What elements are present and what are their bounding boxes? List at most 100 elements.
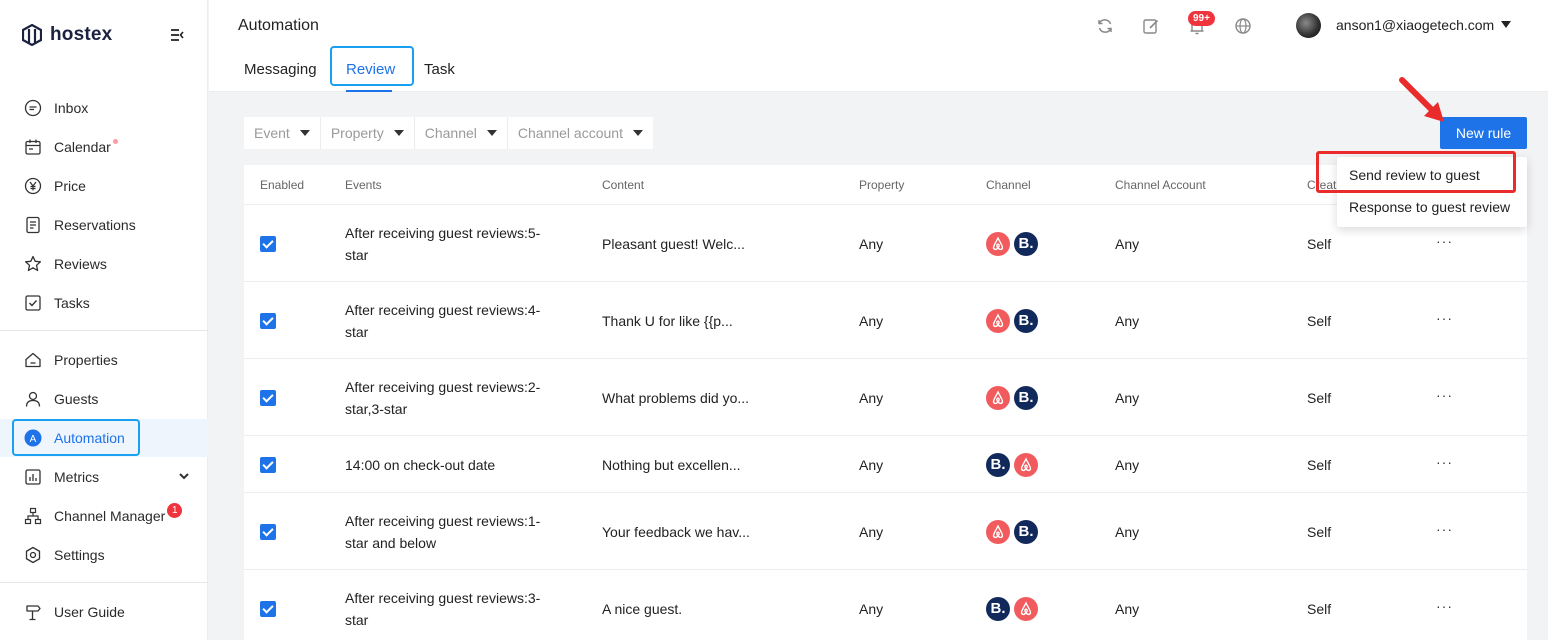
creator-cell: Self — [1307, 312, 1332, 329]
tab-task[interactable]: Task — [424, 61, 455, 78]
channel-cell: B. — [986, 231, 1038, 256]
sidebar-item-properties[interactable]: Properties — [0, 341, 208, 379]
airbnb-icon — [986, 385, 1010, 410]
sidebar-item-inbox[interactable]: Inbox — [0, 89, 208, 127]
sidebar-item-label: Price — [54, 178, 86, 194]
sidebar-item-settings[interactable]: Settings — [0, 536, 208, 574]
notification-badge: 99+ — [1188, 11, 1215, 26]
sidebar-item-reservations[interactable]: Reservations — [0, 206, 208, 244]
table-row[interactable]: After receiving guest reviews:4- star Than… — [244, 282, 1527, 359]
header-channel-account: Channel Account — [1115, 178, 1206, 192]
enabled-checkbox[interactable] — [260, 600, 276, 617]
sidebar-item-tasks[interactable]: Tasks — [0, 284, 208, 322]
header-enabled: Enabled — [260, 178, 305, 192]
checklist-icon — [25, 295, 41, 311]
property-filter[interactable]: Property — [321, 117, 415, 149]
sidebar-item-calendar[interactable]: Calendar — [0, 128, 208, 166]
event-line: After receiving guest reviews:1- — [345, 512, 541, 529]
more-actions-icon[interactable]: ··· — [1436, 598, 1453, 614]
channel-cell: B. — [986, 519, 1038, 544]
enabled-checkbox[interactable] — [260, 389, 276, 406]
response-to-guest-review-option[interactable]: Response to guest review — [1349, 199, 1510, 215]
table-row[interactable]: 14:00 on check-out date Nothing but excel… — [244, 436, 1527, 493]
edit-icon[interactable] — [1142, 17, 1160, 35]
enabled-checkbox[interactable] — [260, 523, 276, 540]
table-row[interactable]: After receiving guest reviews:2- star,3-s… — [244, 359, 1527, 436]
sidebar-item-guests[interactable]: Guests — [0, 380, 208, 418]
content-cell: What problems did yo... — [602, 389, 750, 406]
sidebar-item-label: Guests — [54, 391, 99, 407]
sidebar-item-metrics[interactable]: Metrics — [0, 458, 208, 496]
booking-icon: B. — [986, 452, 1010, 477]
gear-icon — [25, 546, 41, 564]
more-actions-icon[interactable]: ··· — [1436, 310, 1453, 326]
automation-highlight-annotation — [12, 419, 140, 456]
chevron-down-icon[interactable] — [178, 470, 190, 482]
property-cell: Any — [859, 312, 884, 329]
event-cell: After receiving guest reviews:1- star and… — [345, 510, 540, 554]
sidebar-item-reviews[interactable]: Reviews — [0, 245, 208, 283]
event-filter[interactable]: Event — [244, 117, 321, 149]
creator-cell: Self — [1307, 235, 1332, 252]
channel-account-cell: Any — [1115, 235, 1140, 252]
table-row[interactable]: After receiving guest reviews:1- star and… — [244, 493, 1527, 570]
event-line: star — [345, 246, 369, 263]
more-actions-icon[interactable]: ··· — [1436, 387, 1453, 403]
brand-name: hostex — [50, 24, 113, 45]
sidebar-divider — [0, 582, 208, 583]
content-cell: Nothing but excellen... — [602, 456, 741, 473]
more-actions-icon[interactable]: ··· — [1436, 521, 1453, 537]
property-cell: Any — [859, 389, 884, 406]
inbox-icon — [24, 99, 42, 117]
property-cell: Any — [859, 456, 884, 473]
more-actions-icon[interactable]: ··· — [1436, 233, 1453, 249]
enabled-checkbox[interactable] — [260, 235, 276, 252]
table-row[interactable]: After receiving guest reviews:3- star A ni… — [244, 570, 1527, 640]
content-cell: A nice guest. — [602, 600, 683, 617]
sidebar-item-label: Settings — [54, 547, 105, 563]
event-line: After receiving guest reviews:5- — [345, 224, 541, 241]
booking-icon: B. — [1014, 519, 1038, 544]
user-email[interactable]: anson1@xiaogetech.com — [1336, 17, 1494, 33]
channel-cell: B. — [986, 452, 1038, 477]
event-line: star — [345, 611, 369, 628]
new-rule-button[interactable]: New rule — [1440, 117, 1527, 149]
channel-cell: B. — [986, 308, 1038, 333]
notification-dot — [112, 138, 118, 144]
page-title: Automation — [238, 17, 319, 34]
caret-down-icon[interactable] — [1501, 21, 1511, 29]
logo[interactable]: hostex — [22, 24, 112, 46]
booking-icon: B. — [1014, 231, 1038, 256]
sidebar-item-price[interactable]: Price — [0, 167, 208, 205]
sidebar-divider — [0, 330, 208, 331]
enabled-checkbox[interactable] — [260, 312, 276, 329]
airbnb-icon — [986, 231, 1010, 256]
tab-messaging[interactable]: Messaging — [244, 61, 317, 78]
calendar-icon — [25, 139, 41, 155]
channel-manager-badge: 1 — [167, 502, 183, 518]
booking-icon: B. — [986, 596, 1010, 621]
table-row[interactable]: After receiving guest reviews:5- star Plea… — [244, 205, 1527, 282]
sidebar-item-label: Tasks — [54, 295, 90, 311]
collapse-sidebar-icon[interactable] — [170, 28, 184, 42]
star-icon — [24, 255, 42, 272]
more-actions-icon[interactable]: ··· — [1436, 454, 1453, 470]
channel-filter[interactable]: Channel — [415, 117, 508, 149]
channel-account-cell: Any — [1115, 523, 1140, 540]
refresh-icon[interactable] — [1096, 17, 1114, 35]
sidebar-item-channel-manager[interactable]: Channel Manager 1 — [0, 497, 208, 535]
enabled-checkbox[interactable] — [260, 456, 276, 473]
property-cell: Any — [859, 600, 884, 617]
event-line: After receiving guest reviews:2- — [345, 378, 541, 395]
property-cell: Any — [859, 235, 884, 252]
header-events: Events — [345, 178, 382, 192]
sidebar-item-user-guide[interactable]: User Guide — [0, 593, 208, 631]
airbnb-icon — [1014, 452, 1038, 477]
globe-icon[interactable] — [1234, 17, 1252, 35]
rules-table: Enabled Events Content Property Channel … — [244, 165, 1527, 640]
event-cell: 14:00 on check-out date — [345, 454, 495, 476]
avatar[interactable] — [1296, 13, 1321, 38]
event-line: After receiving guest reviews:4- — [345, 301, 541, 318]
header-content: Content — [602, 178, 645, 192]
channel-account-filter[interactable]: Channel account — [508, 117, 653, 149]
